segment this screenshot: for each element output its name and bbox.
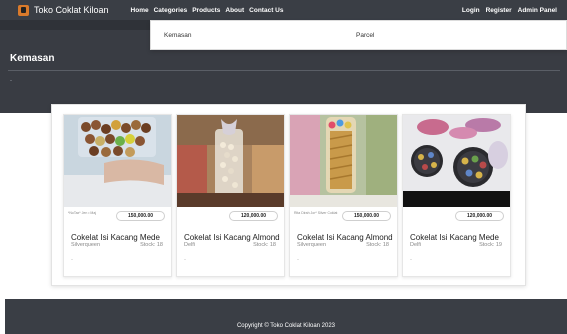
brand[interactable]: Toko Coklat Kiloan <box>18 4 109 16</box>
header-divider <box>8 70 560 71</box>
product-name: Cokelat Isi Kacang Almond <box>184 233 280 242</box>
register-link[interactable]: Register <box>486 7 512 14</box>
nav-links: Home Categories Products About Contact U… <box>131 7 289 14</box>
product-brand: Silverqueen <box>297 242 327 248</box>
product-image <box>290 115 397 207</box>
price-badge: 120,000.00 <box>455 211 504 221</box>
product-name: Cokelat Isi Kacang Mede <box>410 233 499 242</box>
copyright-text: Copyright © Toko Coklat Kiloan 2023 <box>236 323 336 329</box>
product-brand: Delfi <box>184 242 196 248</box>
product-stock: Stock: 19 <box>479 242 502 248</box>
price-badge: 120,000.00 <box>229 211 278 221</box>
product-stock: Stock: 18 <box>253 242 276 248</box>
nav-right: Login Register Admin Panel <box>456 0 557 20</box>
product-card[interactable]: 120,000.00 Cokelat Isi Kacang Almond Del… <box>176 114 285 277</box>
brand-name: Toko Coklat Kiloan <box>34 5 109 15</box>
dropdown-item-kemasan[interactable]: Kemasan <box>164 32 191 39</box>
product-name: Cokelat Isi Kacang Mede <box>71 233 160 242</box>
price-badge: 150,000.00 <box>116 211 165 221</box>
page-title: Kemasan <box>10 53 55 64</box>
product-image <box>64 115 171 207</box>
nav-contact-link[interactable]: Contact Us <box>249 7 283 14</box>
product-stock: Stock: 18 <box>140 242 163 248</box>
product-grid: *NoTax* Jen • Maj 150,000.00 Cokelat Isi… <box>51 104 526 286</box>
product-card[interactable]: 120,000.00 Cokelat Isi Kacang Mede Delfi… <box>402 114 511 277</box>
product-name: Cokelat Isi Kacang Almond <box>297 233 393 242</box>
product-image <box>177 115 284 207</box>
nav-home-link[interactable]: Home <box>131 7 149 14</box>
admin-panel-link[interactable]: Admin Panel <box>518 7 557 14</box>
footer: Copyright © Toko Coklat Kiloan 2023 <box>5 299 567 334</box>
chocolate-logo-icon <box>18 4 29 16</box>
product-card[interactable]: Rita Dirah Jor* Silver Coklat 150,000.00… <box>289 114 398 277</box>
product-stock: Stock: 18 <box>366 242 389 248</box>
product-image <box>403 115 510 207</box>
price-badge: 150,000.00 <box>342 211 391 221</box>
top-navbar: Toko Coklat Kiloan Home Categories Produ… <box>0 0 567 20</box>
product-extra: - <box>71 257 73 263</box>
nav-products-link[interactable]: Products <box>192 7 220 14</box>
product-note: Rita Dirah Jor* Silver Coklat <box>294 211 338 215</box>
product-extra: - <box>184 257 186 263</box>
nav-categories-link[interactable]: Categories <box>154 7 188 14</box>
product-extra: - <box>297 257 299 263</box>
dropdown-item-parcel[interactable]: Parcel <box>356 32 374 39</box>
login-link[interactable]: Login <box>462 7 480 14</box>
categories-dropdown: Kemasan Parcel <box>150 20 567 50</box>
product-note: *NoTax* Jen • Maj <box>68 211 97 215</box>
product-extra: - <box>410 257 412 263</box>
page-subtitle: - <box>10 78 12 84</box>
product-brand: Delfi <box>410 242 422 248</box>
nav-about-link[interactable]: About <box>225 7 244 14</box>
product-brand: Silverqueen <box>71 242 101 248</box>
product-card[interactable]: *NoTax* Jen • Maj 150,000.00 Cokelat Isi… <box>63 114 172 277</box>
